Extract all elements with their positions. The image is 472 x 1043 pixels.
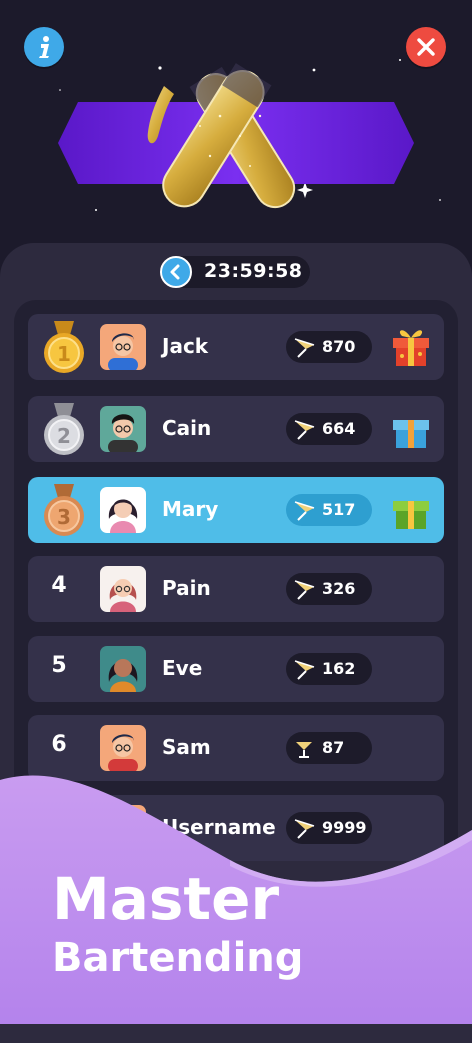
test-tubes-logo — [147, 63, 296, 209]
info-icon — [39, 36, 49, 58]
headline-line-2: Bartending — [52, 935, 304, 981]
player-name: Jack — [162, 334, 209, 358]
clock-icon — [160, 256, 192, 288]
avatar — [100, 566, 146, 612]
avatar — [100, 406, 146, 452]
close-button[interactable] — [406, 27, 446, 67]
promo-headline: Master Bartending — [52, 870, 303, 978]
timer-value: 23:59:58 — [204, 260, 303, 282]
cocktail-glass-icon — [294, 501, 315, 521]
score-value: 517 — [322, 500, 356, 519]
score-value: 870 — [322, 337, 356, 356]
leaderboard-row-4[interactable]: 4 Pain 326 — [28, 556, 444, 622]
headline-line-1: Master — [52, 865, 280, 933]
bronze-medal-icon: 3 — [44, 484, 84, 536]
rank-number: 4 — [51, 573, 67, 598]
rank-number: 5 — [51, 653, 67, 678]
avatar — [100, 646, 146, 692]
leaderboard-row-3[interactable]: 3 Mary 517 — [28, 477, 444, 543]
score-value: 162 — [322, 659, 356, 678]
red-gift-icon[interactable] — [390, 324, 432, 368]
medal-rank: 3 — [57, 505, 71, 529]
player-name: Pain — [162, 576, 211, 600]
leaderboard-row-1[interactable]: 1 Jack 870 — [28, 314, 444, 380]
blue-gift-icon[interactable] — [390, 406, 432, 450]
score-pill: 326 — [286, 573, 372, 605]
player-name: Mary — [162, 497, 219, 521]
score-pill: 517 — [286, 494, 372, 526]
medal-rank: 2 — [57, 424, 71, 448]
cocktail-glass-icon — [296, 742, 312, 758]
medal-rank: 1 — [57, 342, 71, 366]
countdown-timer: 23:59:58 — [160, 256, 310, 288]
cocktail-glass-icon — [294, 338, 315, 358]
avatar — [100, 487, 146, 533]
player-name: Cain — [162, 416, 212, 440]
player-name: Sam — [162, 735, 211, 759]
close-icon — [417, 38, 435, 56]
silver-medal-icon: 2 — [44, 403, 84, 455]
score-value: 87 — [322, 738, 345, 757]
leaderboard-row-2[interactable]: 2 Cain 664 — [28, 396, 444, 462]
score-pill: 664 — [286, 413, 372, 445]
cocktail-glass-icon — [294, 660, 315, 680]
gold-medal-icon: 1 — [44, 321, 84, 373]
avatar — [100, 725, 146, 771]
info-button[interactable] — [24, 27, 64, 67]
cocktail-glass-icon — [294, 420, 315, 440]
score-value: 664 — [322, 419, 356, 438]
player-name: Eve — [162, 656, 203, 680]
rank-number: 6 — [51, 732, 67, 757]
leaderboard-row-5[interactable]: 5 Eve 162 — [28, 636, 444, 702]
cocktail-glass-icon — [294, 580, 315, 600]
score-pill: 87 — [286, 732, 372, 764]
score-pill: 870 — [286, 331, 372, 363]
score-pill: 162 — [286, 653, 372, 685]
score-value: 326 — [322, 579, 356, 598]
avatar — [100, 324, 146, 370]
green-gift-icon[interactable] — [390, 487, 432, 531]
